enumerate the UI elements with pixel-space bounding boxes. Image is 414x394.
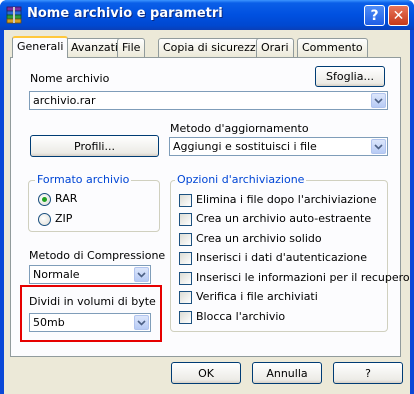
- tab-avanzati[interactable]: Avanzati: [66, 38, 123, 57]
- split-volumes-combo[interactable]: 50mb: [29, 313, 151, 332]
- winrar-books-icon: [6, 6, 22, 24]
- checkbox-solid-label[interactable]: Crea un archivio solido: [196, 232, 322, 245]
- archive-format-title: Formato archivio: [35, 173, 132, 186]
- compression-value: Normale: [33, 268, 80, 281]
- help-title-button[interactable]: ?: [364, 5, 385, 26]
- checkbox-test-label[interactable]: Verifica i file archiviati: [196, 290, 318, 303]
- update-method-value: Aggiungi e sostituisci i file: [173, 140, 317, 153]
- tab-generali[interactable]: Generali: [12, 36, 69, 58]
- radio-zip[interactable]: [38, 213, 51, 226]
- ok-button[interactable]: OK: [171, 362, 241, 384]
- title-bar[interactable]: Nome archivio e parametri ? ✕: [0, 0, 414, 30]
- checkbox-lock-label[interactable]: Blocca l'archivio: [196, 310, 285, 323]
- split-volumes-value[interactable]: 50mb: [33, 316, 65, 329]
- radio-zip-label[interactable]: ZIP: [55, 212, 72, 225]
- checkbox-sfx-label[interactable]: Crea un archivio auto-estraente: [196, 212, 371, 225]
- cancel-button[interactable]: Annulla: [252, 362, 322, 384]
- tab-orari[interactable]: Orari: [256, 38, 294, 57]
- tab-commento[interactable]: Commento: [297, 38, 368, 57]
- checkbox-test[interactable]: [179, 291, 192, 304]
- checkbox-recovery-label[interactable]: Inserisci le informazioni per il recuper…: [196, 271, 410, 284]
- archive-name-value[interactable]: archivio.rar: [33, 94, 95, 107]
- radio-rar-label[interactable]: RAR: [55, 192, 77, 205]
- update-method-select[interactable]: Aggiungi e sostituisci i file: [169, 137, 388, 156]
- archive-options-title: Opzioni d'archiviazione: [175, 173, 307, 186]
- checkbox-authenticity-label[interactable]: Inserisci i dati d'autenticazione: [196, 251, 367, 264]
- chevron-down-icon[interactable]: [371, 93, 386, 108]
- checkbox-delete-after[interactable]: [179, 194, 192, 207]
- chevron-down-icon[interactable]: [134, 315, 149, 330]
- checkbox-sfx[interactable]: [179, 213, 192, 226]
- close-icon[interactable]: ✕: [388, 5, 409, 26]
- browse-button[interactable]: Sfoglia...: [315, 66, 385, 87]
- checkbox-recovery[interactable]: [179, 272, 192, 285]
- checkbox-lock[interactable]: [179, 311, 192, 324]
- profiles-button[interactable]: Profili...: [30, 135, 159, 157]
- split-volumes-label: Dividi in volumi di byte: [29, 295, 156, 308]
- compression-label: Metodo di Compressione: [29, 249, 166, 262]
- radio-selected-dot: [42, 197, 47, 202]
- chevron-down-icon[interactable]: [371, 139, 386, 154]
- tab-file[interactable]: File: [117, 38, 146, 57]
- checkbox-solid[interactable]: [179, 233, 192, 246]
- archive-name-combo[interactable]: archivio.rar: [29, 91, 388, 110]
- update-method-label: Metodo d'aggiornamento: [170, 122, 309, 135]
- archive-name-label: Nome archivio: [30, 72, 110, 85]
- tab-copia-di-sicurezza[interactable]: Copia di sicurezza: [158, 38, 268, 57]
- help-button[interactable]: ?: [333, 362, 403, 384]
- chevron-down-icon[interactable]: [134, 267, 149, 282]
- compression-select[interactable]: Normale: [29, 265, 151, 284]
- window-title: Nome archivio e parametri: [27, 6, 223, 21]
- radio-rar[interactable]: [38, 193, 51, 206]
- checkbox-delete-after-label[interactable]: Elimina i file dopo l'archiviazione: [196, 193, 377, 206]
- checkbox-authenticity[interactable]: [179, 252, 192, 265]
